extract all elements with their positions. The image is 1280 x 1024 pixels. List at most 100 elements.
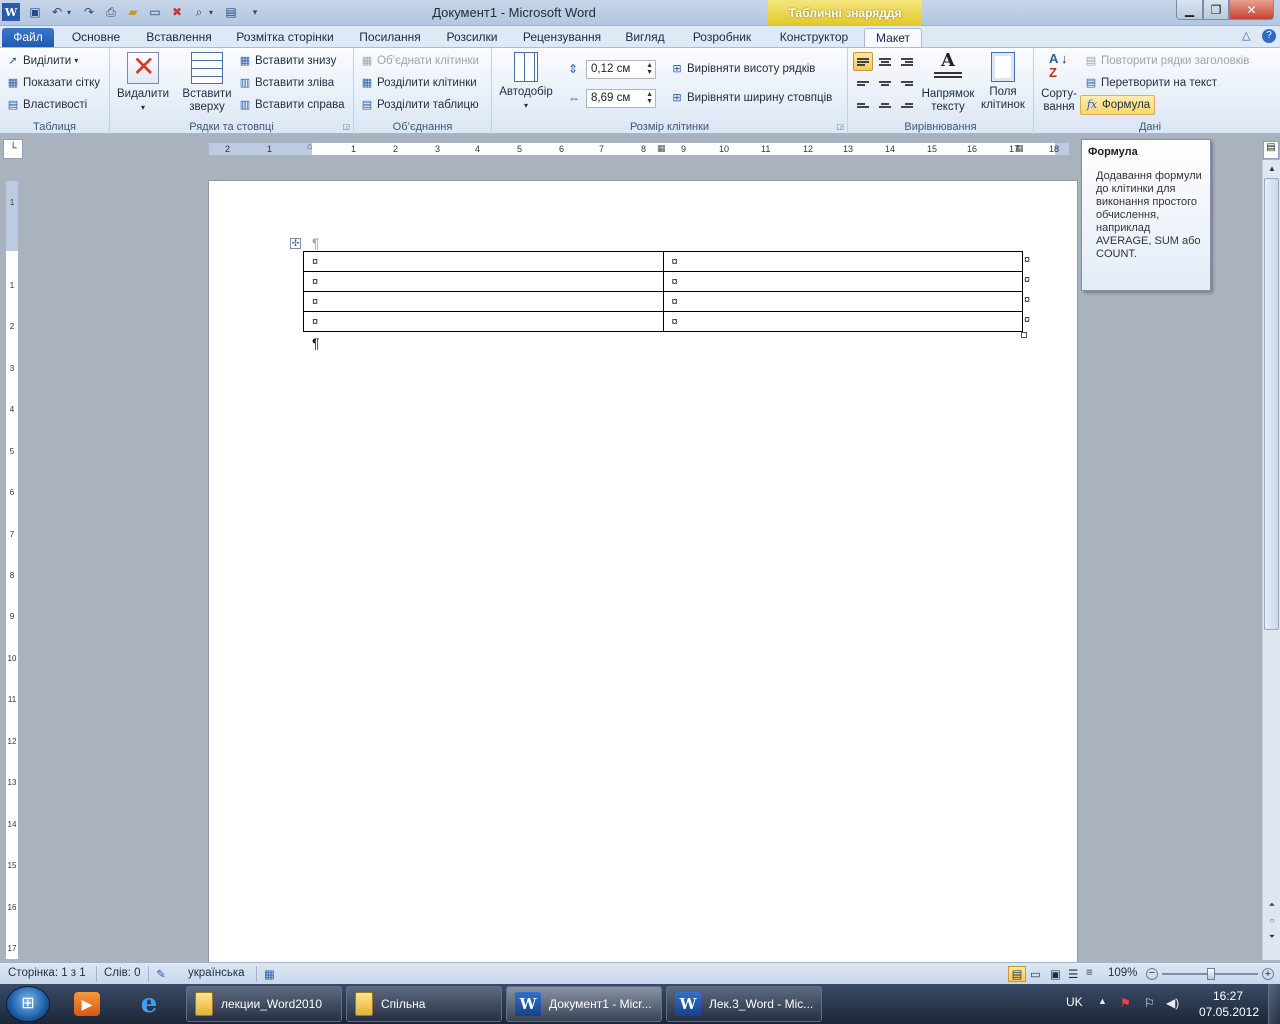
- taskbar-item[interactable]: лекции_Word2010: [186, 986, 342, 1022]
- column-marker-icon[interactable]: ▦: [657, 143, 666, 154]
- tab-page-layout[interactable]: Розмітка сторінки: [228, 28, 342, 47]
- table-cell[interactable]: ¤: [303, 311, 664, 332]
- horizontal-ruler[interactable]: 2 1 1 2 3 4 5 6 7 8 9 10 11 12 13 14 15 …: [208, 141, 1070, 156]
- table-cell[interactable]: ¤: [303, 291, 664, 312]
- repeat-header-rows-button[interactable]: ▤ Повторити рядки заголовків: [1084, 51, 1250, 71]
- align-center-right-button[interactable]: [897, 74, 917, 93]
- next-page-icon[interactable]: ⏷: [1265, 930, 1279, 944]
- close-button[interactable]: ✕: [1229, 0, 1274, 20]
- column-marker-icon[interactable]: ▦: [1015, 143, 1024, 154]
- dialog-launcher-icon[interactable]: ◲: [342, 122, 350, 131]
- table-cell[interactable]: ¤: [662, 271, 1023, 292]
- browse-object-icon[interactable]: ○: [1265, 914, 1279, 928]
- align-center-button[interactable]: [875, 74, 895, 93]
- distribute-columns-button[interactable]: ⊞ Вирівняти ширину стовпців: [670, 88, 832, 108]
- word-count[interactable]: Слів: 0: [104, 967, 140, 979]
- tab-file[interactable]: Файл: [2, 28, 54, 47]
- table-cell[interactable]: ¤: [662, 251, 1023, 272]
- previous-page-icon[interactable]: ⏶: [1265, 898, 1279, 912]
- table-cell[interactable]: ¤: [662, 291, 1023, 312]
- tab-mailings[interactable]: Розсилки: [438, 28, 506, 47]
- align-bottom-center-button[interactable]: [875, 96, 895, 115]
- document-table[interactable]: ¤ ¤ ¤ ¤ ¤ ¤ ¤ ¤: [303, 251, 1023, 332]
- zoom-out-icon[interactable]: −: [1146, 968, 1158, 980]
- indent-marker-icon[interactable]: ⌂: [307, 141, 312, 151]
- start-button[interactable]: ⊞: [6, 986, 50, 1022]
- vertical-ruler[interactable]: 1 1 2 3 4 5 6 7 8 9 10 11 12 13 14 15 16…: [5, 180, 19, 960]
- tab-layout[interactable]: Макет: [864, 28, 922, 47]
- align-top-center-button[interactable]: [875, 52, 895, 71]
- clock-time[interactable]: 16:27: [1198, 989, 1258, 1003]
- network-icon[interactable]: ⚑: [1120, 996, 1131, 1010]
- sort-button[interactable]: A Z ↓ Сорту-вання: [1038, 52, 1080, 114]
- taskbar-item[interactable]: W Лек.3_Word - Mic...: [666, 986, 822, 1022]
- convert-to-text-button[interactable]: ▤ Перетворити на текст: [1084, 73, 1217, 93]
- web-layout-view-icon[interactable]: ▣: [1050, 967, 1061, 981]
- split-table-button[interactable]: ▤ Розділити таблицю: [360, 95, 479, 115]
- action-center-icon[interactable]: ⚐: [1144, 996, 1155, 1010]
- taskbar-item-active[interactable]: W Документ1 - Micr...: [506, 986, 662, 1022]
- table-resize-handle[interactable]: [1021, 332, 1027, 338]
- distribute-rows-button[interactable]: ⊞ Вирівняти висоту рядків: [670, 59, 815, 79]
- cell-margins-button[interactable]: Поля клітинок: [976, 52, 1030, 112]
- show-desktop-button[interactable]: [1268, 984, 1280, 1024]
- print-layout-view-icon[interactable]: ▤: [1008, 966, 1026, 982]
- tab-review[interactable]: Рецензування: [516, 28, 608, 47]
- select-button[interactable]: ➚ Виділити ▾: [6, 51, 78, 71]
- autofit-button[interactable]: Автодобір ▾: [496, 52, 556, 112]
- zoom-slider-thumb[interactable]: [1207, 968, 1215, 980]
- tab-references[interactable]: Посилання: [352, 28, 428, 47]
- help-icon[interactable]: ?: [1262, 29, 1276, 43]
- proofing-icon[interactable]: ✎: [156, 967, 166, 981]
- macro-record-icon[interactable]: ▦: [264, 967, 275, 981]
- formula-button[interactable]: fx Формула: [1080, 95, 1156, 115]
- align-top-left-button[interactable]: [853, 52, 873, 71]
- maximize-button[interactable]: ❐: [1203, 0, 1229, 20]
- insert-left-button[interactable]: ▥ Вставити зліва: [238, 73, 334, 93]
- page-count[interactable]: Сторінка: 1 з 1: [8, 967, 86, 979]
- vertical-scrollbar[interactable]: ▲ ⏶ ○ ⏷: [1262, 160, 1280, 960]
- insert-below-button[interactable]: ▦ Вставити знизу: [238, 51, 337, 71]
- table-cell[interactable]: ¤: [662, 311, 1023, 332]
- align-center-left-button[interactable]: [853, 74, 873, 93]
- minimize-ribbon-icon[interactable]: △: [1242, 29, 1250, 42]
- media-player-icon[interactable]: ▶: [66, 987, 108, 1021]
- spinner-arrows-icon[interactable]: ▲ ▼: [646, 91, 653, 105]
- volume-icon[interactable]: ◀): [1166, 996, 1179, 1010]
- row-height-input[interactable]: 0,12 см ▲ ▼: [586, 60, 656, 79]
- zoom-in-icon[interactable]: +: [1262, 968, 1274, 980]
- zoom-level[interactable]: 109%: [1108, 967, 1137, 979]
- align-bottom-left-button[interactable]: [853, 96, 873, 115]
- full-screen-view-icon[interactable]: ▭: [1030, 967, 1041, 981]
- minimize-button[interactable]: ▁: [1176, 0, 1203, 20]
- text-direction-button[interactable]: A Напрямок тексту: [918, 52, 978, 114]
- tab-home[interactable]: Основне: [62, 28, 130, 47]
- keyboard-language[interactable]: UK: [1066, 995, 1083, 1009]
- tab-view[interactable]: Вигляд: [618, 28, 672, 47]
- merge-cells-button[interactable]: ▦ Об’єднати клітинки: [360, 51, 479, 71]
- language-indicator[interactable]: українська: [188, 967, 245, 979]
- table-move-handle-icon[interactable]: ✣: [290, 238, 301, 249]
- draft-view-icon[interactable]: ≡: [1086, 967, 1093, 979]
- scroll-thumb[interactable]: [1264, 178, 1279, 630]
- properties-button[interactable]: ▤ Властивості: [6, 95, 87, 115]
- tray-expand-icon[interactable]: ▲: [1098, 996, 1107, 1006]
- table-cell[interactable]: ¤: [303, 271, 664, 292]
- tab-insert[interactable]: Вставлення: [138, 28, 220, 47]
- view-ruler-button[interactable]: ▤: [1263, 141, 1279, 159]
- clock-date[interactable]: 07.05.2012: [1193, 1005, 1265, 1019]
- insert-right-button[interactable]: ▥ Вставити справа: [238, 95, 345, 115]
- taskbar-item[interactable]: Спільна: [346, 986, 502, 1022]
- align-bottom-right-button[interactable]: [897, 96, 917, 115]
- align-top-right-button[interactable]: [897, 52, 917, 71]
- spinner-arrows-icon[interactable]: ▲ ▼: [646, 62, 653, 76]
- column-width-input[interactable]: 8,69 см ▲ ▼: [586, 89, 656, 108]
- scroll-up-icon[interactable]: ▲: [1265, 162, 1279, 176]
- outline-view-icon[interactable]: ☰: [1068, 967, 1078, 981]
- table-cell[interactable]: ¤: [303, 251, 664, 272]
- tab-developer[interactable]: Розробник: [682, 28, 762, 47]
- show-grid-button[interactable]: ▦ Показати сітку: [6, 73, 100, 93]
- split-cells-button[interactable]: ▦ Розділити клітинки: [360, 73, 477, 93]
- tab-selector[interactable]: └: [3, 139, 23, 159]
- delete-button[interactable]: ✕ Видалити ▾: [116, 51, 170, 114]
